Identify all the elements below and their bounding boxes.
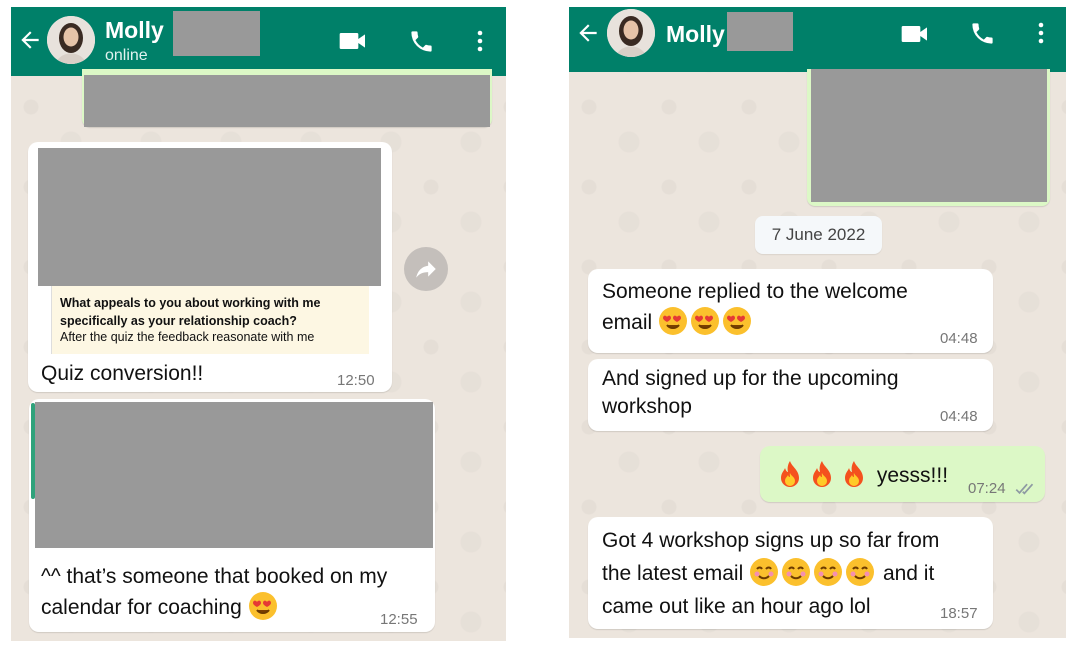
heart-eyes-emoji-icon (248, 591, 278, 621)
forward-button[interactable] (404, 247, 448, 291)
quoted-text-line3: After the quiz the feedback reasonate wi… (60, 330, 315, 344)
quoted-screenshot: What appeals to you about working with m… (51, 286, 369, 354)
fire-emoji-icon (839, 459, 869, 489)
voice-call-icon[interactable] (969, 20, 996, 47)
read-receipt-icon (1015, 483, 1034, 495)
contact-avatar[interactable] (47, 16, 95, 64)
redacted-surname (727, 12, 793, 51)
heart-eyes-emoji-icon (658, 306, 688, 336)
smiling-emoji-icon (749, 557, 779, 587)
chat-window-left: Molly online What appeals to you about w… (11, 7, 506, 641)
message-text-line2: calendar for coaching (41, 596, 242, 619)
back-arrow-icon[interactable] (17, 27, 43, 53)
smiling-emoji-icon (845, 557, 875, 587)
message-time: 04:48 (940, 330, 978, 347)
contact-status: online (105, 47, 148, 64)
message-text: Someone replied to the welcome email (602, 277, 908, 337)
message-time: 04:48 (940, 408, 978, 425)
heart-eyes-emoji-icon (690, 306, 720, 336)
message-text-line1: ^^ that’s someone that booked on my (41, 565, 388, 588)
message-text: yesss!!! (775, 459, 948, 490)
message-time: 12:50 (337, 372, 375, 389)
message-text: Quiz conversion!! (41, 362, 204, 385)
redacted-image (811, 69, 1047, 202)
message-text-line2-end: and it (882, 562, 935, 585)
message-time: 18:57 (940, 605, 978, 622)
voice-call-icon[interactable] (408, 28, 435, 55)
redacted-surname (173, 11, 260, 56)
contact-name[interactable]: Molly (666, 21, 725, 48)
message-text: ^^ that’s someone that booked on my cale… (41, 562, 387, 622)
more-options-icon[interactable] (1037, 21, 1045, 45)
message-time: 07:24 (968, 480, 1006, 497)
contact-avatar[interactable] (607, 9, 655, 57)
fire-emoji-icon (775, 459, 805, 489)
contact-name[interactable]: Molly (105, 17, 164, 44)
message-text-line2: workshop (602, 395, 692, 418)
quoted-text-line1: What appeals to you about working with m… (60, 296, 321, 310)
chat-header: Molly online (11, 7, 506, 76)
chat-header: Molly (569, 7, 1066, 72)
redacted-image (38, 148, 381, 286)
message-time: 12:55 (380, 611, 418, 628)
smiling-emoji-icon (781, 557, 811, 587)
message-text-line1: And signed up for the upcoming (602, 367, 899, 390)
message-text-line1: Someone replied to the welcome (602, 280, 908, 303)
date-divider: 7 June 2022 (755, 216, 882, 254)
redacted-content (84, 75, 490, 127)
message-text: And signed up for the upcoming workshop (602, 365, 899, 421)
back-arrow-icon[interactable] (575, 20, 601, 46)
redacted-image (35, 402, 433, 548)
message-text-line2: the latest email (602, 562, 744, 585)
message-text: Got 4 workshop signs up so far from the … (602, 524, 939, 623)
chat-window-right: Molly 7 June 2022 Someone replied to the… (569, 7, 1066, 638)
fire-emoji-icon (807, 459, 837, 489)
quoted-text-line2: specifically as your relationship coach? (60, 314, 297, 328)
heart-eyes-emoji-icon (722, 306, 752, 336)
video-call-icon[interactable] (337, 25, 369, 57)
video-call-icon[interactable] (899, 18, 931, 50)
forward-icon (416, 261, 436, 278)
message-text-main: yesss!!! (876, 464, 949, 487)
message-text-line1: Got 4 workshop signs up so far from (602, 529, 940, 552)
more-options-icon[interactable] (476, 29, 484, 53)
message-text-line3: came out like an hour ago lol (602, 595, 871, 618)
smiling-emoji-icon (813, 557, 843, 587)
message-text-line2: email (602, 311, 653, 334)
